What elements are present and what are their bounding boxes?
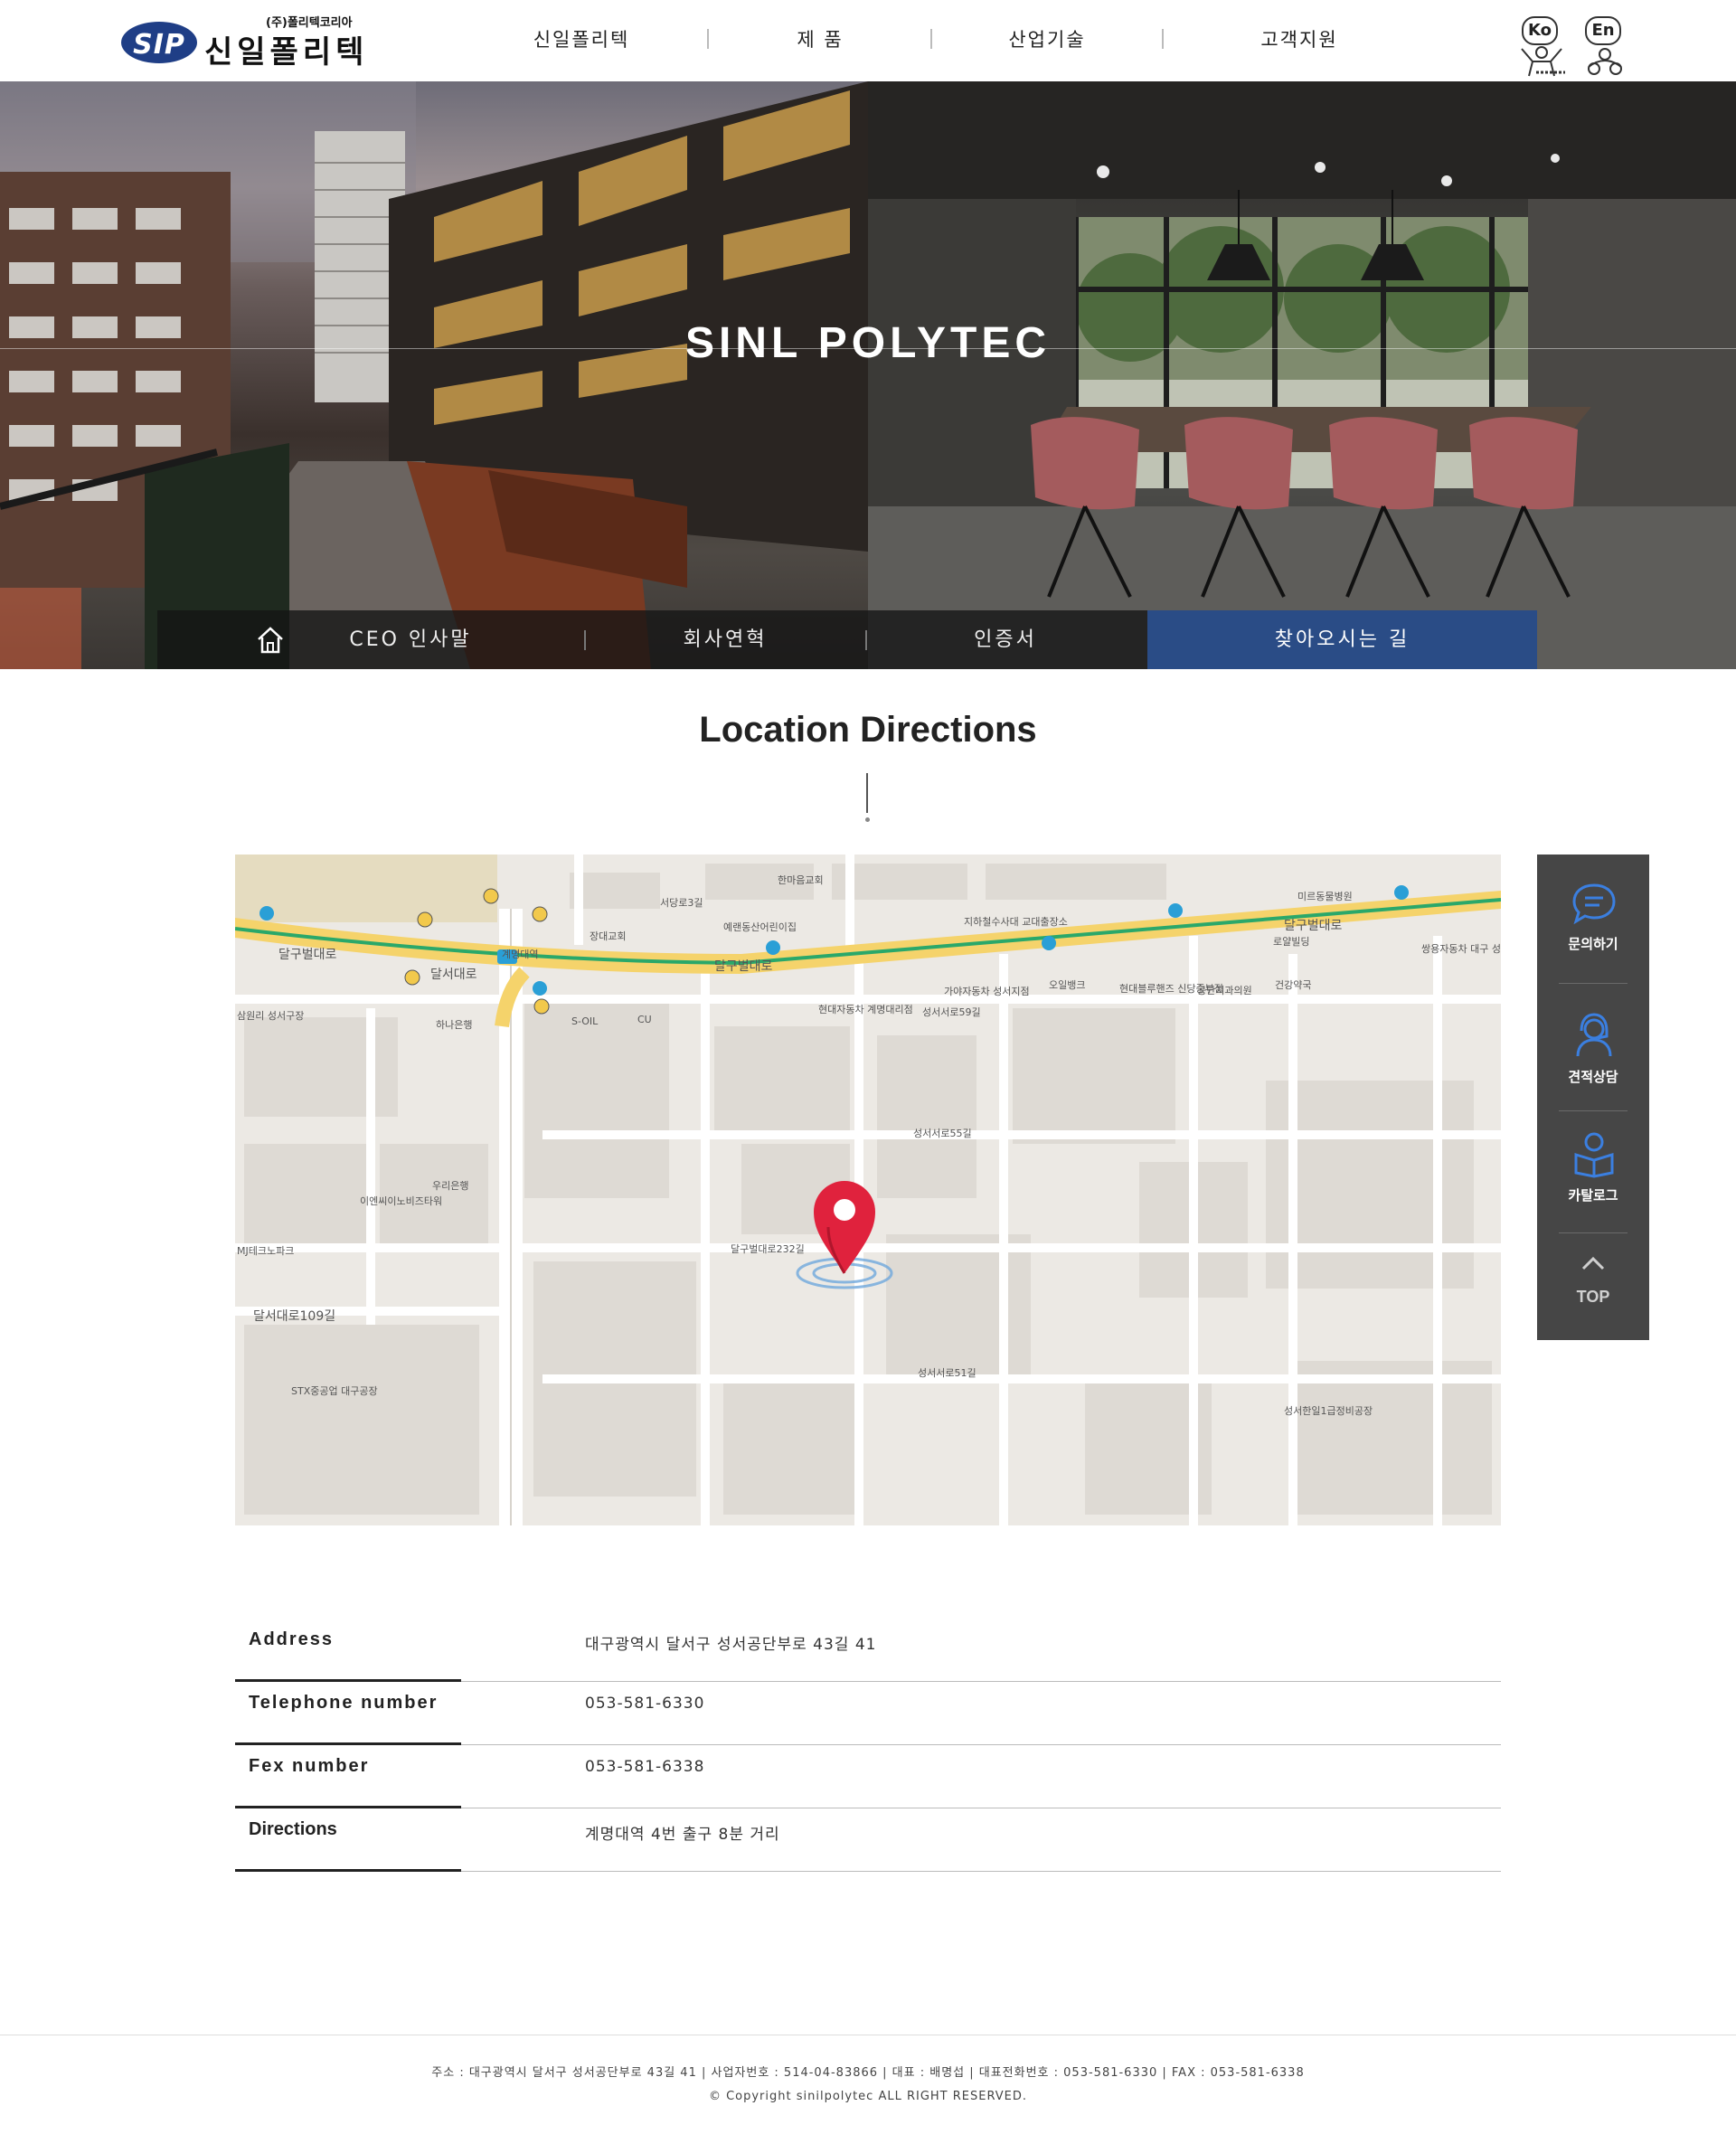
map-place-label: 이엔씨이노비즈타워	[360, 1195, 443, 1207]
scroll-top-label: TOP	[1576, 1288, 1610, 1306]
map-place-label: 오일뱅크	[1049, 979, 1086, 991]
lang-ko-label: Ko	[1522, 16, 1558, 45]
map-road-label: 달서대로	[430, 968, 477, 982]
map-place-label: 가야자동차 성서지점	[944, 986, 1030, 997]
map-place-label: 공단치과의원	[1197, 985, 1252, 996]
info-label: Directions	[249, 1819, 337, 1839]
nav-divider	[1162, 29, 1164, 49]
nav-item-technology[interactable]: 산업기술	[948, 25, 1146, 52]
map-place-label: 장대교회	[590, 930, 627, 942]
map-road-label: 달구벌대로232길	[731, 1243, 805, 1255]
info-value: 053-581-6330	[585, 1695, 705, 1713]
info-label: Address	[249, 1629, 335, 1649]
nav-divider	[707, 29, 709, 49]
map-road-label: 성서서로59길	[922, 1006, 981, 1018]
subnav-item-certificates[interactable]: 인증서	[867, 610, 1144, 669]
reader-book-icon	[1574, 1132, 1614, 1178]
logo-mark-text: SIP	[133, 29, 185, 61]
footer-copyright: © Copyright sinilpolytec ALL RIGHT RESER…	[708, 2090, 1028, 2103]
chevron-up-icon	[1581, 1256, 1605, 1270]
map-station-label: 계명대역	[502, 949, 539, 960]
quick-item-inquiry[interactable]: 문의하기	[1537, 855, 1649, 983]
map-road-label: 성서서로51길	[918, 1367, 976, 1379]
hero-banner: SINL POLYTEC CEO 인사말 회사연혁 인증서 찾아오시는 길	[0, 81, 1736, 669]
quick-menu: 문의하기 견적상담 카탈로그 TOP	[1537, 855, 1649, 1340]
site-footer: 주소 : 대구광역시 달서구 성서공단부로 43길 41 | 사업자번호 : 5…	[0, 2035, 1736, 2134]
map-road-label: 서당로3길	[660, 897, 703, 909]
terrace-illustration	[0, 81, 868, 669]
page-title: Location Directions	[699, 710, 1037, 750]
map-place-label: 한마음교회	[778, 874, 824, 886]
footer-company-info: 주소 : 대구광역시 달서구 성서공단부로 43길 41 | 사업자번호 : 5…	[431, 2066, 1305, 2080]
nav-divider	[930, 29, 932, 49]
main-nav: 신일폴리텍 제 품 산업기술 고객지원	[470, 0, 1374, 81]
nav-item-products[interactable]: 제 품	[721, 25, 920, 52]
lang-ko-button[interactable]: Ko	[1514, 16, 1569, 80]
map-place-label: S-OIL	[571, 1015, 599, 1027]
map-place-label: 우리은행	[432, 1180, 469, 1192]
map-place-label: 현대자동차 계명대리점	[818, 1004, 913, 1015]
site-logo[interactable]: SIP (주)폴리텍코리아 신일폴리텍	[121, 13, 365, 71]
lang-en-label: En	[1585, 16, 1621, 45]
subnav-item-directions[interactable]: 찾아오시는 길	[1147, 610, 1537, 669]
map-place-label: 삼원리 성서구장	[237, 1010, 305, 1022]
sub-nav: CEO 인사말 회사연혁 인증서 찾아오시는 길	[157, 610, 1537, 669]
info-value: 053-581-6338	[585, 1758, 705, 1776]
map-road-label: 성서서로55길	[913, 1128, 972, 1139]
map-road-label: 달구벌대로	[1284, 919, 1343, 933]
quick-item-label: 견적상담	[1568, 1069, 1618, 1085]
map-place-label: 예랜동산어린이집	[723, 921, 797, 933]
map-road-label: 달구벌대로	[714, 959, 773, 974]
info-label: Telephone number	[249, 1693, 439, 1713]
quick-item-label: 카탈로그	[1568, 1187, 1618, 1204]
headset-agent-icon	[1576, 1013, 1612, 1057]
map-place-label: 지하철수사대 교대출장소	[964, 916, 1068, 928]
map-place-label: 하나은행	[436, 1019, 473, 1031]
map-place-label: 성서한일1급정비공장	[1284, 1405, 1373, 1417]
map-road-label: 달구벌대로	[278, 948, 337, 962]
contact-info-table: Address 대구광역시 달서구 성서공단부로 43길 41 Telephon…	[235, 1619, 1501, 1872]
logo-title: 신일폴리텍	[204, 34, 369, 71]
map-place-label: 쌍용자동차 대구 성서영업소	[1421, 943, 1501, 955]
title-divider-dot	[865, 817, 870, 822]
info-row-telephone: Telephone number 053-581-6330	[235, 1682, 1501, 1745]
info-row-fax: Fex number 053-581-6338	[235, 1745, 1501, 1808]
quick-item-estimate[interactable]: 견적상담	[1537, 984, 1649, 1110]
title-divider	[866, 773, 868, 813]
scroll-top-button[interactable]: TOP	[1537, 1233, 1649, 1340]
map-place-label: STX중공업 대구공장	[291, 1385, 378, 1397]
info-row-directions: Directions 계명대역 4번 출구 8분 거리	[235, 1808, 1501, 1872]
info-label: Fex number	[249, 1756, 370, 1776]
info-row-address: Address 대구광역시 달서구 성서공단부로 43길 41	[235, 1619, 1501, 1682]
map-place-label: MJ테크노파크	[237, 1245, 295, 1257]
hero-title: SINL POLYTEC	[684, 319, 1052, 367]
chat-bubble-icon	[1572, 883, 1616, 925]
map-road-label: 달서대로109길	[253, 1309, 336, 1324]
meeting-room-illustration	[868, 81, 1736, 669]
quick-item-catalog[interactable]: 카탈로그	[1537, 1111, 1649, 1232]
person-icon	[1521, 46, 1565, 77]
logo-mark: SIP	[121, 22, 197, 63]
map-illustration	[235, 855, 1501, 1525]
subnav-item-history[interactable]: 회사연혁	[586, 610, 864, 669]
map-place-label: 건강약국	[1275, 979, 1312, 991]
hero-image-meeting-room	[868, 81, 1736, 669]
nav-item-company[interactable]: 신일폴리텍	[482, 25, 681, 52]
info-value: 계명대역 4번 출구 8분 거리	[585, 1826, 780, 1844]
person-icon	[1588, 48, 1622, 75]
hero-image-terrace	[0, 81, 868, 669]
site-header: SIP (주)폴리텍코리아 신일폴리텍 신일폴리텍 제 품 산업기술 고객지원 …	[0, 0, 1736, 81]
map-place-label: CU	[637, 1014, 652, 1025]
lang-en-button[interactable]: En	[1578, 16, 1632, 80]
quick-item-label: 문의하기	[1568, 936, 1618, 952]
home-icon[interactable]	[255, 625, 286, 656]
location-map[interactable]: 달구벌대로 달구벌대로 달구벌대로 달서대로 달서대로109길 성서서로59길 …	[235, 855, 1501, 1525]
info-label-underline	[235, 1869, 461, 1872]
subnav-item-ceo[interactable]: CEO 인사말	[311, 610, 510, 669]
map-place-label: 로얄빌딩	[1273, 936, 1310, 948]
info-value: 대구광역시 달서구 성서공단부로 43길 41	[585, 1636, 877, 1654]
nav-item-support[interactable]: 고객지원	[1200, 25, 1399, 52]
map-place-label: 미르동물병원	[1297, 891, 1353, 902]
